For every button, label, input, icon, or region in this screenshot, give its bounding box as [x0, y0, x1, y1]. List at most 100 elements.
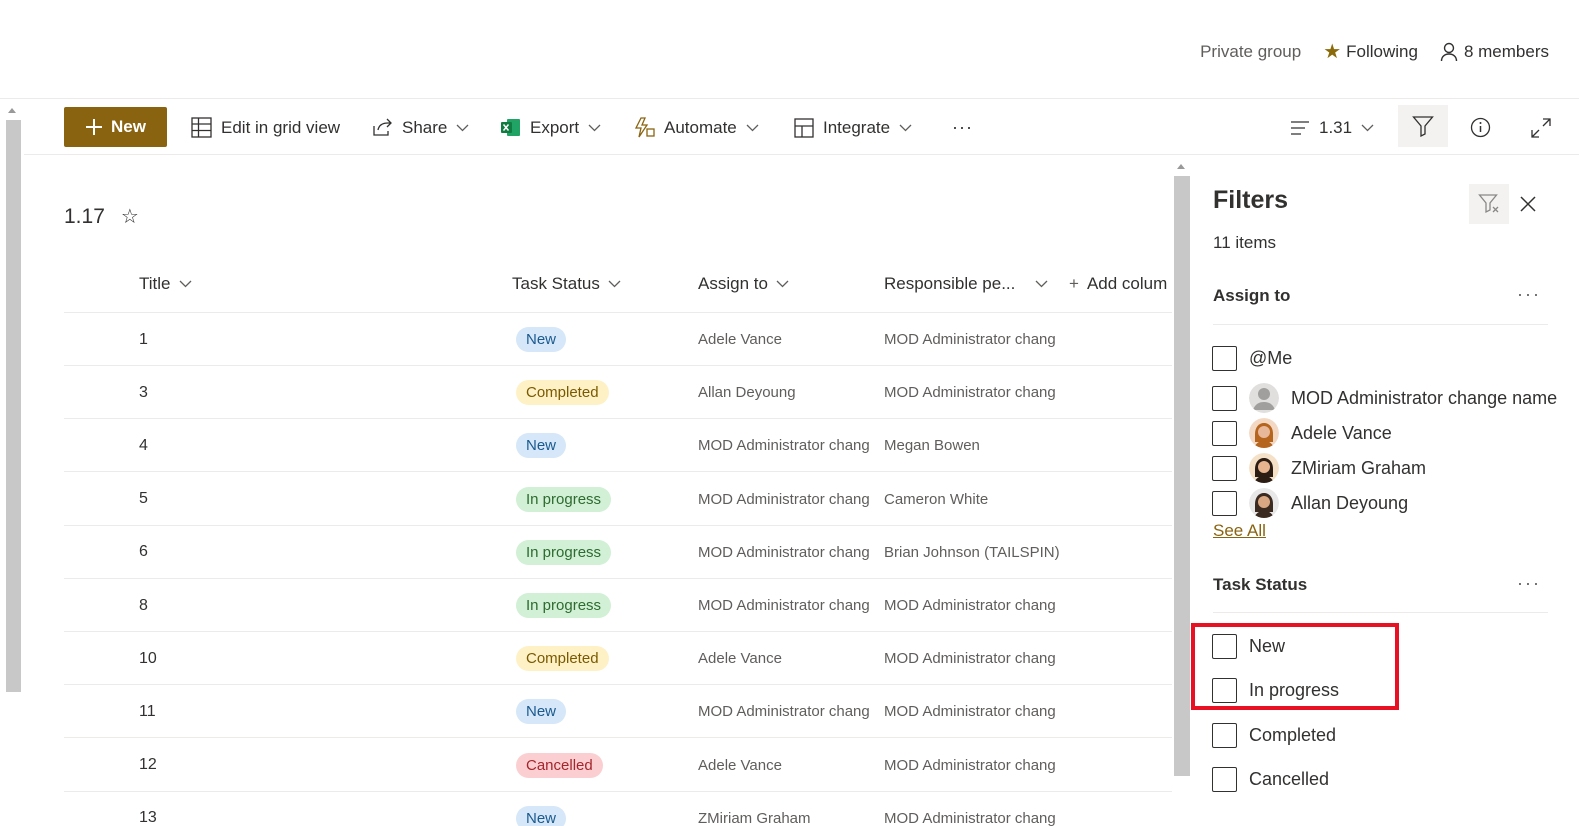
title-cell[interactable]: 6 [139, 526, 148, 579]
checkbox[interactable] [1212, 420, 1237, 446]
avatar [1249, 418, 1279, 448]
assign-to-more-button[interactable]: ··· [1517, 284, 1541, 305]
new-button-label: New [111, 117, 146, 136]
clear-filters-button[interactable] [1469, 184, 1509, 224]
option-label: ZMiriam Graham [1291, 457, 1427, 478]
responsible-cell[interactable]: MOD Administrator chang [884, 685, 1062, 738]
assign-to-cell[interactable]: Adele Vance [698, 632, 874, 685]
assign-to-cell[interactable]: Allan Deyoung [698, 366, 874, 419]
column-header-task-status[interactable]: Task Status [512, 274, 621, 294]
option-me[interactable]: @Me [1212, 346, 1292, 371]
favorite-star-icon[interactable]: ☆ [121, 204, 139, 229]
assign-to-cell[interactable]: ZMiriam Graham [698, 792, 874, 826]
table-row[interactable]: 10 Completed Adele Vance MOD Administrator … [64, 632, 1172, 686]
column-header-title[interactable]: Title [139, 274, 192, 294]
automate-button[interactable]: Automate [633, 100, 759, 155]
table-row[interactable]: 1 New Adele Vance MOD Administrator chang [64, 313, 1172, 366]
assign-to-cell[interactable]: Adele Vance [698, 313, 874, 366]
share-button[interactable]: Share [372, 100, 469, 155]
site-header: Private group ★ Following 8 members [0, 0, 1579, 99]
assign-to-cell[interactable]: MOD Administrator chang [698, 579, 874, 632]
title-cell[interactable]: 5 [139, 473, 148, 526]
title-cell[interactable]: 4 [139, 419, 148, 472]
task-status-more-button[interactable]: ··· [1517, 573, 1541, 594]
table-row[interactable]: 4 New MOD Administrator chang Megan Bowen [64, 419, 1172, 473]
responsible-cell[interactable]: Megan Bowen [884, 419, 1062, 472]
assign-to-cell[interactable]: Adele Vance [698, 739, 874, 792]
expand-icon [1531, 117, 1551, 138]
integrate-icon [794, 117, 814, 138]
option-mod-administrator[interactable]: MOD Administrator change name [1212, 383, 1557, 413]
section-divider [1213, 612, 1548, 613]
chevron-down-icon [746, 124, 759, 131]
responsible-cell[interactable]: Cameron White [884, 473, 1062, 526]
table-row[interactable]: 8 In progress MOD Administrator chang MOD A… [64, 579, 1172, 632]
column-header-assign-to[interactable]: Assign to [698, 274, 789, 294]
option-zmiriam-graham[interactable]: ZMiriam Graham [1212, 453, 1426, 483]
scrollbar-thumb[interactable] [6, 120, 21, 692]
edit-grid-button[interactable]: Edit in grid view [191, 100, 340, 155]
table-row[interactable]: 11 New MOD Administrator chang MOD Administ… [64, 685, 1172, 739]
new-button[interactable]: New [64, 107, 167, 147]
title-cell[interactable]: 1 [139, 313, 148, 366]
checkbox[interactable] [1212, 490, 1237, 516]
edit-grid-label: Edit in grid view [221, 117, 341, 137]
responsible-cell[interactable]: Brian Johnson (TAILSPIN) [884, 526, 1062, 579]
title-cell[interactable]: 10 [139, 632, 157, 685]
chevron-down-icon [588, 124, 601, 131]
title-cell[interactable]: 8 [139, 579, 148, 632]
title-cell[interactable]: 11 [139, 685, 156, 738]
following-button[interactable]: ★ Following [1323, 42, 1418, 62]
checkbox[interactable] [1212, 346, 1237, 371]
table-row[interactable]: 13 New ZMiriam Graham MOD Administrator cha… [64, 792, 1172, 826]
scrollbar-thumb[interactable] [1174, 176, 1190, 776]
view-title: 1.17 ☆ [64, 204, 139, 229]
title-cell[interactable]: 13 [139, 792, 157, 826]
option-label: Cancelled [1249, 769, 1330, 789]
title-cell[interactable]: 12 [139, 739, 157, 792]
add-column-button[interactable]: + Add colum [1069, 274, 1167, 294]
checkbox[interactable] [1212, 385, 1237, 411]
close-pane-button[interactable] [1516, 192, 1540, 216]
option-status-completed[interactable]: Completed [1212, 723, 1336, 748]
filter-pane-button[interactable] [1398, 105, 1448, 147]
assign-to-cell[interactable]: MOD Administrator chang [698, 473, 874, 526]
status-cell: In progress [516, 526, 612, 579]
table-row[interactable]: 5 In progress MOD Administrator chang Camer… [64, 473, 1172, 526]
fullscreen-button[interactable] [1531, 100, 1551, 155]
table-row[interactable]: 3 Completed Allan Deyoung MOD Administrator… [64, 366, 1172, 420]
responsible-cell[interactable]: MOD Administrator chang [884, 579, 1062, 632]
more-commands-button[interactable]: ··· [952, 100, 973, 155]
column-header-responsible[interactable]: Responsible pe... [884, 274, 1048, 294]
responsible-cell[interactable]: MOD Administrator chang [884, 739, 1062, 792]
responsible-cell[interactable]: MOD Administrator chang [884, 313, 1062, 366]
members-button[interactable]: 8 members [1440, 42, 1549, 62]
responsible-cell[interactable]: MOD Administrator chang [884, 792, 1062, 826]
integrate-button[interactable]: Integrate [794, 100, 912, 155]
column-header-label: Responsible pe... [884, 274, 1016, 293]
table-row[interactable]: 12 Cancelled Adele Vance MOD Administrator … [64, 739, 1172, 792]
table-row[interactable]: 6 In progress MOD Administrator chang Brian… [64, 526, 1172, 579]
option-adele-vance[interactable]: Adele Vance [1212, 418, 1392, 448]
status-badge: In progress [516, 539, 612, 565]
see-all-link[interactable]: See All [1213, 521, 1266, 541]
title-cell[interactable]: 3 [139, 366, 148, 419]
scroll-up-arrow-icon[interactable] [8, 108, 16, 113]
option-status-cancelled[interactable]: Cancelled [1212, 767, 1329, 792]
responsible-cell[interactable]: MOD Administrator chang [884, 366, 1062, 419]
checkbox[interactable] [1212, 767, 1237, 792]
export-button[interactable]: Export [500, 100, 601, 155]
view-switcher[interactable]: 1.31 [1290, 100, 1374, 155]
info-button[interactable] [1470, 100, 1491, 155]
assign-to-cell[interactable]: MOD Administrator chang [698, 685, 874, 738]
page-scrollbar[interactable] [0, 100, 24, 826]
responsible-cell[interactable]: MOD Administrator chang [884, 632, 1062, 685]
option-allan-deyoung[interactable]: Allan Deyoung [1212, 488, 1408, 518]
assign-to-cell[interactable]: MOD Administrator chang [698, 419, 874, 472]
list-scrollbar[interactable] [1172, 156, 1192, 826]
checkbox[interactable] [1212, 455, 1237, 481]
assign-to-section-title: Assign to [1213, 286, 1291, 305]
scroll-up-arrow-icon[interactable] [1177, 164, 1185, 169]
assign-to-cell[interactable]: MOD Administrator chang [698, 526, 874, 579]
checkbox[interactable] [1212, 723, 1237, 748]
